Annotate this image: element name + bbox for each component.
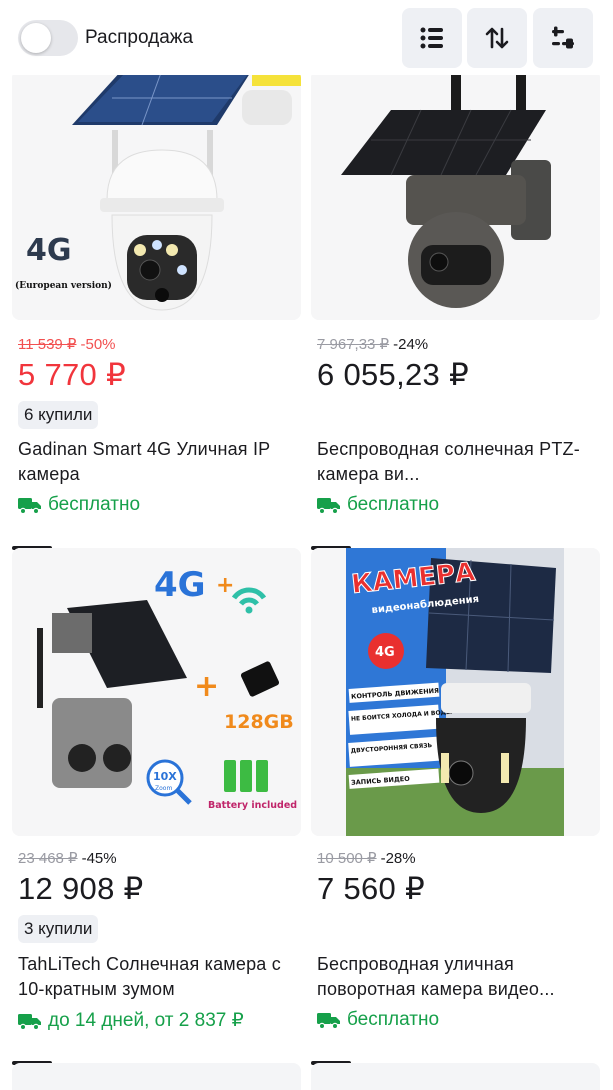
- delivery-info: бесплатно: [317, 494, 439, 516]
- product-image[interactable]: 4G + + 128GB 10X Zoom Battery included: [12, 548, 301, 836]
- price: 6 055,23 ₽: [317, 357, 470, 392]
- product-image[interactable]: [311, 70, 600, 320]
- sale-toggle[interactable]: [18, 20, 78, 56]
- product-card[interactable]: [311, 70, 600, 320]
- old-price: 10 500 ₽: [317, 850, 377, 867]
- delivery-text: до 14 дней, от 2 837 ₽: [48, 1010, 244, 1031]
- svg-text:+: +: [216, 573, 234, 598]
- image-4g-label: 4G: [26, 233, 72, 268]
- svg-text:+: +: [194, 669, 219, 704]
- product-title[interactable]: Беспроводная уличная поворотная камера в…: [317, 952, 602, 1002]
- old-price-row: 10 500 ₽ -28%: [317, 849, 416, 867]
- next-product-image-peek[interactable]: [12, 1063, 301, 1090]
- old-price-row: 23 468 ₽ -45%: [18, 849, 117, 867]
- image-storage-label: 128GB: [224, 711, 294, 733]
- delivery-info: бесплатно: [317, 1009, 439, 1031]
- truck-icon: [18, 498, 41, 514]
- price: 12 908 ₽: [18, 871, 144, 906]
- old-price: 23 468 ₽: [18, 850, 78, 867]
- old-price-row: 7 967,33 ₽ -24%: [317, 335, 428, 353]
- list-view-button[interactable]: [402, 8, 462, 68]
- old-price-row: 11 539 ₽ -50%: [18, 335, 116, 353]
- discount: -45%: [81, 850, 117, 867]
- product-image[interactable]: КАМЕРА видеонаблюдения 4G КОНТРОЛЬ ДВИЖЕ…: [311, 548, 600, 836]
- product-image[interactable]: 4G (European version): [12, 70, 301, 320]
- price: 5 770 ₽: [18, 357, 127, 392]
- discount: -28%: [380, 850, 416, 867]
- product-title[interactable]: Беспроводная солнечная PTZ-камера ви...: [317, 437, 602, 487]
- image-zoom-sub: Zoom: [155, 785, 172, 792]
- delivery-info: бесплатно: [18, 494, 140, 516]
- delivery-info: до 14 дней, от 2 837 ₽: [18, 1009, 244, 1032]
- truck-icon: [317, 1013, 340, 1029]
- toggle-knob: [21, 23, 51, 53]
- sale-toggle-label: Распродажа: [85, 27, 194, 48]
- image-zoom-label: 10X: [153, 770, 177, 783]
- delivery-text: бесплатно: [48, 494, 141, 515]
- sort-button[interactable]: [467, 8, 527, 68]
- list-view-icon: [420, 27, 443, 49]
- old-price: 7 967,33 ₽: [317, 336, 390, 353]
- price: 7 560 ₽: [317, 871, 426, 906]
- delivery-text: бесплатно: [347, 494, 440, 515]
- bought-badge: 3 купили: [18, 915, 99, 943]
- image-subtext: (European version): [15, 280, 112, 291]
- filter-bar: Распродажа: [0, 0, 613, 75]
- image-battery-label: Battery included: [208, 800, 297, 811]
- sort-icon: [485, 27, 509, 49]
- discount: -50%: [80, 336, 116, 353]
- discount: -24%: [393, 336, 429, 353]
- image-4g-label: 4G: [154, 565, 206, 605]
- product-title[interactable]: Gadinan Smart 4G Уличная IP камера: [18, 437, 303, 487]
- next-product-image-peek[interactable]: [311, 1063, 600, 1090]
- truck-icon: [317, 498, 340, 514]
- product-card[interactable]: 4G + + 128GB 10X Zoom Battery included: [12, 548, 301, 836]
- bought-badge: 6 купили: [18, 401, 99, 429]
- delivery-text: бесплатно: [347, 1009, 440, 1030]
- filter-icon: [552, 26, 574, 49]
- product-title[interactable]: TahLiTech Солнечная камера с 10-кратным …: [18, 952, 303, 1002]
- truck-icon: [18, 1013, 41, 1030]
- old-price: 11 539 ₽: [18, 336, 77, 353]
- product-card[interactable]: КАМЕРА видеонаблюдения 4G КОНТРОЛЬ ДВИЖЕ…: [311, 548, 600, 836]
- filter-button[interactable]: [533, 8, 593, 68]
- image-badge: 4G: [375, 645, 395, 660]
